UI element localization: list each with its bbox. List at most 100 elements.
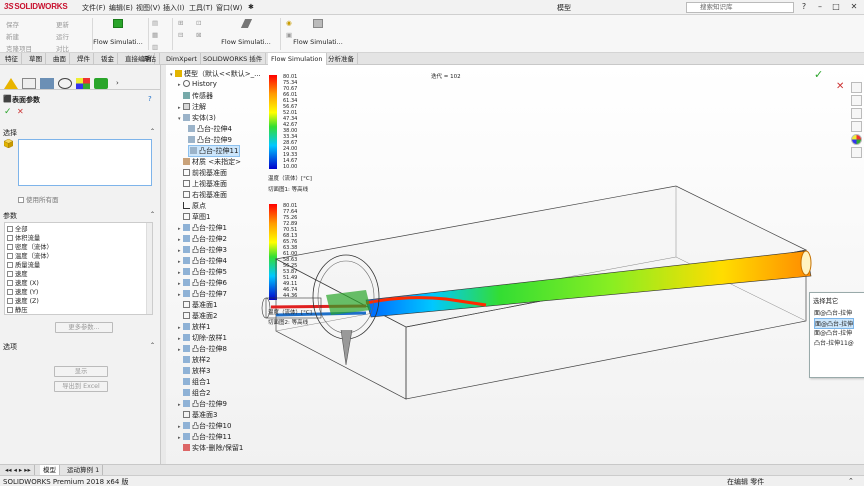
close-button[interactable]: ✕	[848, 2, 860, 12]
tree-item-plane[interactable]: 前视基准面	[178, 168, 227, 178]
view-palette-icon[interactable]	[851, 95, 862, 106]
help-circle-icon[interactable]: ?	[148, 95, 152, 103]
param-item[interactable]: 静压	[7, 305, 28, 314]
tree-item-feature[interactable]: ▸ 凸台-拉伸1	[178, 223, 227, 233]
tree-item-solid-bodies[interactable]: ▾ 实体(3)	[178, 113, 216, 123]
tree-item-feature[interactable]: ▸ 凸台-拉伸6	[178, 278, 227, 288]
home-icon[interactable]	[851, 82, 862, 93]
tree-item-history[interactable]: ▸ History	[178, 80, 217, 88]
tree-item-material[interactable]: 材质 <未指定>	[178, 157, 241, 167]
ribbon-compare[interactable]: 对比	[56, 43, 69, 53]
popup-item[interactable]: 面@凸台-拉伸	[814, 328, 852, 337]
menu-view[interactable]: 视图(V)	[136, 3, 160, 13]
tree-item-annotations[interactable]: ▸ 注解	[178, 102, 206, 112]
param-item[interactable]: 速度	[7, 269, 28, 278]
tab-dimxpert[interactable]: DimXpert	[163, 53, 201, 65]
params-scrollbar[interactable]	[146, 223, 152, 314]
popup-item[interactable]: 面@凸台-拉伸	[814, 308, 852, 317]
help-icon[interactable]: ?	[798, 2, 810, 12]
tree-item-plane[interactable]: 基准面1	[178, 300, 217, 310]
tree-item-plane[interactable]: 基准面2	[178, 311, 217, 321]
tab-features[interactable]: 特征	[2, 53, 22, 65]
tree-item-plane[interactable]: 基准面3	[178, 410, 217, 420]
tree-item-plane[interactable]: 上视基准面	[178, 179, 227, 189]
popup-item[interactable]: 凸台-拉伸11@	[814, 338, 854, 347]
param-item[interactable]: 温度（流体）	[7, 251, 53, 260]
tree-item-feature[interactable]: 放样2	[178, 355, 210, 365]
tree-item-sensors[interactable]: 传感器	[178, 91, 213, 101]
tree-item-feature[interactable]: ▸ 凸台-拉伸2	[178, 234, 227, 244]
use-all-faces-checkbox[interactable]: 使用所有面	[18, 194, 59, 204]
export-excel-button[interactable]: 导出到 Excel	[54, 381, 108, 392]
param-item[interactable]: 速度 (Y)	[7, 287, 38, 296]
graphics-area[interactable]: 80.01 75.34 70.67 66.01 61.34 56.67 52.0…	[166, 65, 864, 464]
ribbon-tool-2[interactable]: ▦	[152, 31, 158, 39]
ribbon-tool-6[interactable]: ⊡	[196, 19, 201, 27]
param-item[interactable]: 速度 (X)	[7, 278, 39, 287]
menu-file[interactable]: 文件(F)	[82, 3, 106, 13]
ribbon-tool-4[interactable]: ⊞	[178, 19, 183, 27]
tree-item-sketch[interactable]: 草图1	[178, 212, 210, 222]
menu-edit[interactable]: 编辑(E)	[109, 3, 133, 13]
confirm-check-icon[interactable]: ✓	[814, 68, 823, 81]
menu-insert[interactable]: 插入(I)	[163, 3, 185, 13]
cancel-x-icon[interactable]: ✕	[836, 81, 844, 92]
menu-window[interactable]: 窗口(W)	[216, 3, 242, 13]
tab-sheet-metal[interactable]: 钣金	[98, 53, 118, 65]
dimxpert-icon[interactable]	[58, 78, 72, 89]
ribbon-save[interactable]: 保存	[6, 19, 19, 29]
show-button[interactable]: 显示	[54, 366, 108, 377]
tree-item-feature[interactable]: 组合2	[178, 388, 210, 398]
menu-tools[interactable]: 工具(T)	[189, 3, 213, 13]
collapse-arrow-icon[interactable]: ⌃	[150, 128, 155, 135]
tab-weldments[interactable]: 焊件	[74, 53, 94, 65]
chevron-up-icon[interactable]: ⌃	[848, 477, 854, 485]
ribbon-tool-5[interactable]: ⊟	[178, 31, 183, 39]
ribbon-tool-1[interactable]: ▤	[152, 19, 158, 27]
tree-item-body-selected[interactable]: 凸台-拉伸11	[188, 145, 241, 157]
tree-item-feature[interactable]: 实体-删除/保留1	[178, 443, 243, 453]
more-params-button[interactable]: 更多参数...	[55, 322, 113, 333]
ribbon-tool-3[interactable]: ▥	[152, 43, 158, 51]
tab-surfaces[interactable]: 曲面	[50, 53, 70, 65]
flow-analysis-tree-icon[interactable]	[94, 78, 108, 89]
display-manager-icon[interactable]	[76, 78, 90, 89]
minimize-button[interactable]: –	[814, 2, 826, 12]
flow-sim-button-1[interactable]: Flow Simulati...	[90, 19, 146, 46]
appearances-icon[interactable]	[851, 134, 862, 145]
tab-addins[interactable]: SOLIDWORKS 插件	[200, 53, 267, 65]
flow-sim-button-2[interactable]: Flow Simulati...	[218, 19, 274, 46]
options-header[interactable]: 选项	[3, 342, 17, 352]
tree-item-origin[interactable]: 原点	[178, 201, 206, 211]
tree-item-feature[interactable]: ▸ 凸台-拉伸10	[178, 421, 231, 431]
tab-flow-simulation[interactable]: Flow Simulation	[268, 53, 327, 65]
param-item[interactable]: 质量流量	[7, 260, 40, 269]
tab-sketch[interactable]: 草图	[26, 53, 46, 65]
tree-item-body[interactable]: 凸台-拉伸4	[188, 124, 232, 134]
ribbon-update[interactable]: 更新	[56, 19, 69, 29]
pin-icon[interactable]: ✱	[248, 3, 254, 11]
custom-properties-icon[interactable]	[851, 147, 862, 158]
search-input[interactable]: 搜索知识库	[686, 2, 794, 13]
tree-root[interactable]: ▾ 模型（默认<<默认>_...	[170, 69, 261, 79]
parameters-header[interactable]: 参数	[3, 211, 17, 221]
tree-item-plane[interactable]: 右视基准面	[178, 190, 227, 200]
tree-item-feature[interactable]: ▸ 凸台-拉伸8	[178, 344, 227, 354]
tree-item-feature[interactable]: ▸ 放样1	[178, 322, 210, 332]
tree-item-feature[interactable]: ▸ 切除-放样1	[178, 333, 227, 343]
tree-item-feature[interactable]: 组合1	[178, 377, 210, 387]
param-item[interactable]: 速度 (Z)	[7, 296, 39, 305]
tree-item-feature[interactable]: 放样3	[178, 366, 210, 376]
ribbon-run[interactable]: 运行	[56, 31, 69, 41]
collapse-arrow-icon[interactable]: ⌃	[150, 342, 155, 349]
ok-check-icon[interactable]: ✓	[4, 107, 12, 117]
config-manager-icon[interactable]	[40, 78, 54, 89]
param-item[interactable]: 密度（流体）	[7, 242, 53, 251]
collapse-arrow-icon[interactable]: ⌃	[150, 211, 155, 218]
chevron-right-icon[interactable]: ›	[116, 78, 130, 89]
property-manager-icon[interactable]	[22, 78, 36, 89]
ribbon-new[interactable]: 新建	[6, 31, 19, 41]
face-selection-list[interactable]	[18, 139, 152, 186]
tree-item-feature[interactable]: ▸ 凸台-拉伸7	[178, 289, 227, 299]
cancel-x-icon[interactable]: ✕	[17, 107, 24, 116]
